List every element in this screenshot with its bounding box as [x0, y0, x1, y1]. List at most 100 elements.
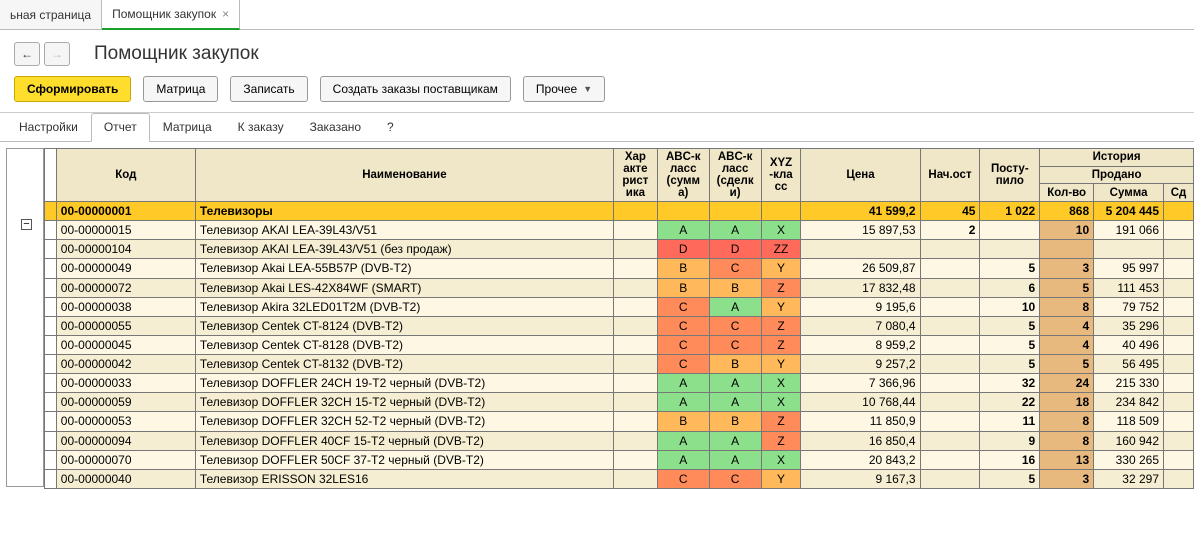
- cell-abc-deal: D: [709, 240, 761, 259]
- cell-xyz: Y: [761, 297, 801, 316]
- cell-kolvo: 3: [1040, 259, 1094, 278]
- table-row[interactable]: 00-00000038Телевизор Akira 32LED01T2M (D…: [44, 297, 1193, 316]
- cell-name: Телевизор DOFFLER 24CH 19-T2 черный (DVB…: [195, 374, 613, 393]
- forward-button[interactable]: →: [44, 42, 70, 66]
- table-row[interactable]: 00-00000015Телевизор AKAI LEA-39L43/V51 A…: [44, 221, 1193, 240]
- cell-nach: [920, 335, 980, 354]
- hdr-sd[interactable]: Сд: [1164, 184, 1194, 202]
- cell-summa: 215 330: [1094, 374, 1164, 393]
- cell-summa: 111 453: [1094, 278, 1164, 297]
- table-row[interactable]: 00-00000045Телевизор Centek CT-8128 (DVB…: [44, 335, 1193, 354]
- summary-post: 1 022: [980, 202, 1040, 221]
- cell-sd: [1164, 316, 1194, 335]
- tree-gutter: −: [6, 148, 44, 487]
- summary-code: 00-00000001: [56, 202, 195, 221]
- tab-help[interactable]: ?: [374, 113, 407, 141]
- cell-sd: [1164, 450, 1194, 469]
- cell-nach: [920, 469, 980, 488]
- tab-matrix[interactable]: Матрица: [150, 113, 225, 141]
- cell-xyz: Y: [761, 469, 801, 488]
- hdr-char[interactable]: Хар акте рист ика: [613, 149, 657, 202]
- cell-abc-sum: C: [657, 355, 709, 374]
- cell-abc-sum: C: [657, 335, 709, 354]
- table-row[interactable]: 00-00000094Телевизор DOFFLER 40CF 15-T2 …: [44, 431, 1193, 450]
- tab-home-label: ьная страница: [10, 8, 91, 22]
- cell-xyz: Z: [761, 278, 801, 297]
- cell-code: 00-00000042: [56, 355, 195, 374]
- hdr-sold[interactable]: Продано: [1040, 166, 1194, 184]
- cell-code: 00-00000055: [56, 316, 195, 335]
- cell-sd: [1164, 374, 1194, 393]
- hdr-abc-sum[interactable]: ABC-к ласс (сумм а): [657, 149, 709, 202]
- cell-sd: [1164, 469, 1194, 488]
- create-orders-button[interactable]: Создать заказы поставщикам: [320, 76, 511, 102]
- table-row[interactable]: 00-00000040Телевизор ERISSON 32LES16CCY9…: [44, 469, 1193, 488]
- cell-abc-deal: B: [709, 355, 761, 374]
- cell-char: [613, 393, 657, 412]
- cell-price: 26 509,87: [801, 259, 920, 278]
- table-row[interactable]: 00-00000049Телевизор Akai LEA-55B57P (DV…: [44, 259, 1193, 278]
- cell-price: 20 843,2: [801, 450, 920, 469]
- cell-xyz: Z: [761, 431, 801, 450]
- cell-abc-sum: C: [657, 316, 709, 335]
- hdr-kolvo[interactable]: Кол-во: [1040, 184, 1094, 202]
- cell-abc-deal: A: [709, 221, 761, 240]
- form-button[interactable]: Сформировать: [14, 76, 131, 102]
- cell-kolvo: 10: [1040, 221, 1094, 240]
- cell-kolvo: 24: [1040, 374, 1094, 393]
- table-row[interactable]: 00-00000059Телевизор DOFFLER 32CH 15-T2 …: [44, 393, 1193, 412]
- cell-post: 22: [980, 393, 1040, 412]
- matrix-button[interactable]: Матрица: [143, 76, 218, 102]
- tab-to-order[interactable]: К заказу: [225, 113, 297, 141]
- table-row[interactable]: 00-00000033Телевизор DOFFLER 24CH 19-T2 …: [44, 374, 1193, 393]
- cell-kolvo: 8: [1040, 431, 1094, 450]
- close-icon[interactable]: ×: [222, 7, 229, 21]
- table-row[interactable]: 00-00000070Телевизор DOFFLER 50CF 37-T2 …: [44, 450, 1193, 469]
- other-button[interactable]: Прочее▼: [523, 76, 605, 102]
- cell-price: 10 768,44: [801, 393, 920, 412]
- cell-post: 5: [980, 355, 1040, 374]
- back-button[interactable]: ←: [14, 42, 40, 66]
- save-button[interactable]: Записать: [230, 76, 307, 102]
- cell-code: 00-00000045: [56, 335, 195, 354]
- table-row[interactable]: 00-00000055Телевизор Centek CT-8124 (DVB…: [44, 316, 1193, 335]
- hdr-code[interactable]: Код: [56, 149, 195, 202]
- tab-ordered[interactable]: Заказано: [297, 113, 374, 141]
- table-row[interactable]: 00-00000072Телевизор Akai LES-42X84WF (S…: [44, 278, 1193, 297]
- tab-assistant[interactable]: Помощник закупок ×: [102, 0, 240, 30]
- cell-nach: [920, 374, 980, 393]
- hdr-price[interactable]: Цена: [801, 149, 920, 202]
- hdr-xyz[interactable]: XYZ -кла сс: [761, 149, 801, 202]
- summary-row[interactable]: 00-00000001 Телевизоры 41 599,2 45 1 022…: [44, 202, 1193, 221]
- table-row[interactable]: 00-00000104Телевизор AKAI LEA-39L43/V51 …: [44, 240, 1193, 259]
- cell-post: [980, 221, 1040, 240]
- summary-price: 41 599,2: [801, 202, 920, 221]
- table-row[interactable]: 00-00000042Телевизор Centek CT-8132 (DVB…: [44, 355, 1193, 374]
- table-row[interactable]: 00-00000053Телевизор DOFFLER 32CH 52-T2 …: [44, 412, 1193, 431]
- hdr-name[interactable]: Наименование: [195, 149, 613, 202]
- cell-name: Телевизор AKAI LEA-39L43/V51: [195, 221, 613, 240]
- cell-char: [613, 431, 657, 450]
- hdr-nach[interactable]: Нач.ост: [920, 149, 980, 202]
- tab-settings[interactable]: Настройки: [6, 113, 91, 141]
- tab-report[interactable]: Отчет: [91, 113, 150, 142]
- cell-abc-sum: C: [657, 297, 709, 316]
- tree-collapse-icon[interactable]: −: [21, 219, 32, 230]
- cell-code: 00-00000015: [56, 221, 195, 240]
- cell-price: 9 257,2: [801, 355, 920, 374]
- cell-price: 16 850,4: [801, 431, 920, 450]
- cell-nach: 2: [920, 221, 980, 240]
- cell-code: 00-00000038: [56, 297, 195, 316]
- hdr-post[interactable]: Посту- пило: [980, 149, 1040, 202]
- tab-home[interactable]: ьная страница: [0, 0, 102, 29]
- cell-summa: 330 265: [1094, 450, 1164, 469]
- cell-char: [613, 240, 657, 259]
- cell-sd: [1164, 240, 1194, 259]
- cell-name: Телевизор Centek CT-8124 (DVB-T2): [195, 316, 613, 335]
- grid-header: Код Наименование Хар акте рист ика ABC-к…: [44, 149, 1193, 202]
- hdr-history[interactable]: История: [1040, 149, 1194, 167]
- cell-kolvo: 18: [1040, 393, 1094, 412]
- hdr-abc-deal[interactable]: ABC-к ласс (сделк и): [709, 149, 761, 202]
- cell-abc-sum: D: [657, 240, 709, 259]
- hdr-summa[interactable]: Сумма: [1094, 184, 1164, 202]
